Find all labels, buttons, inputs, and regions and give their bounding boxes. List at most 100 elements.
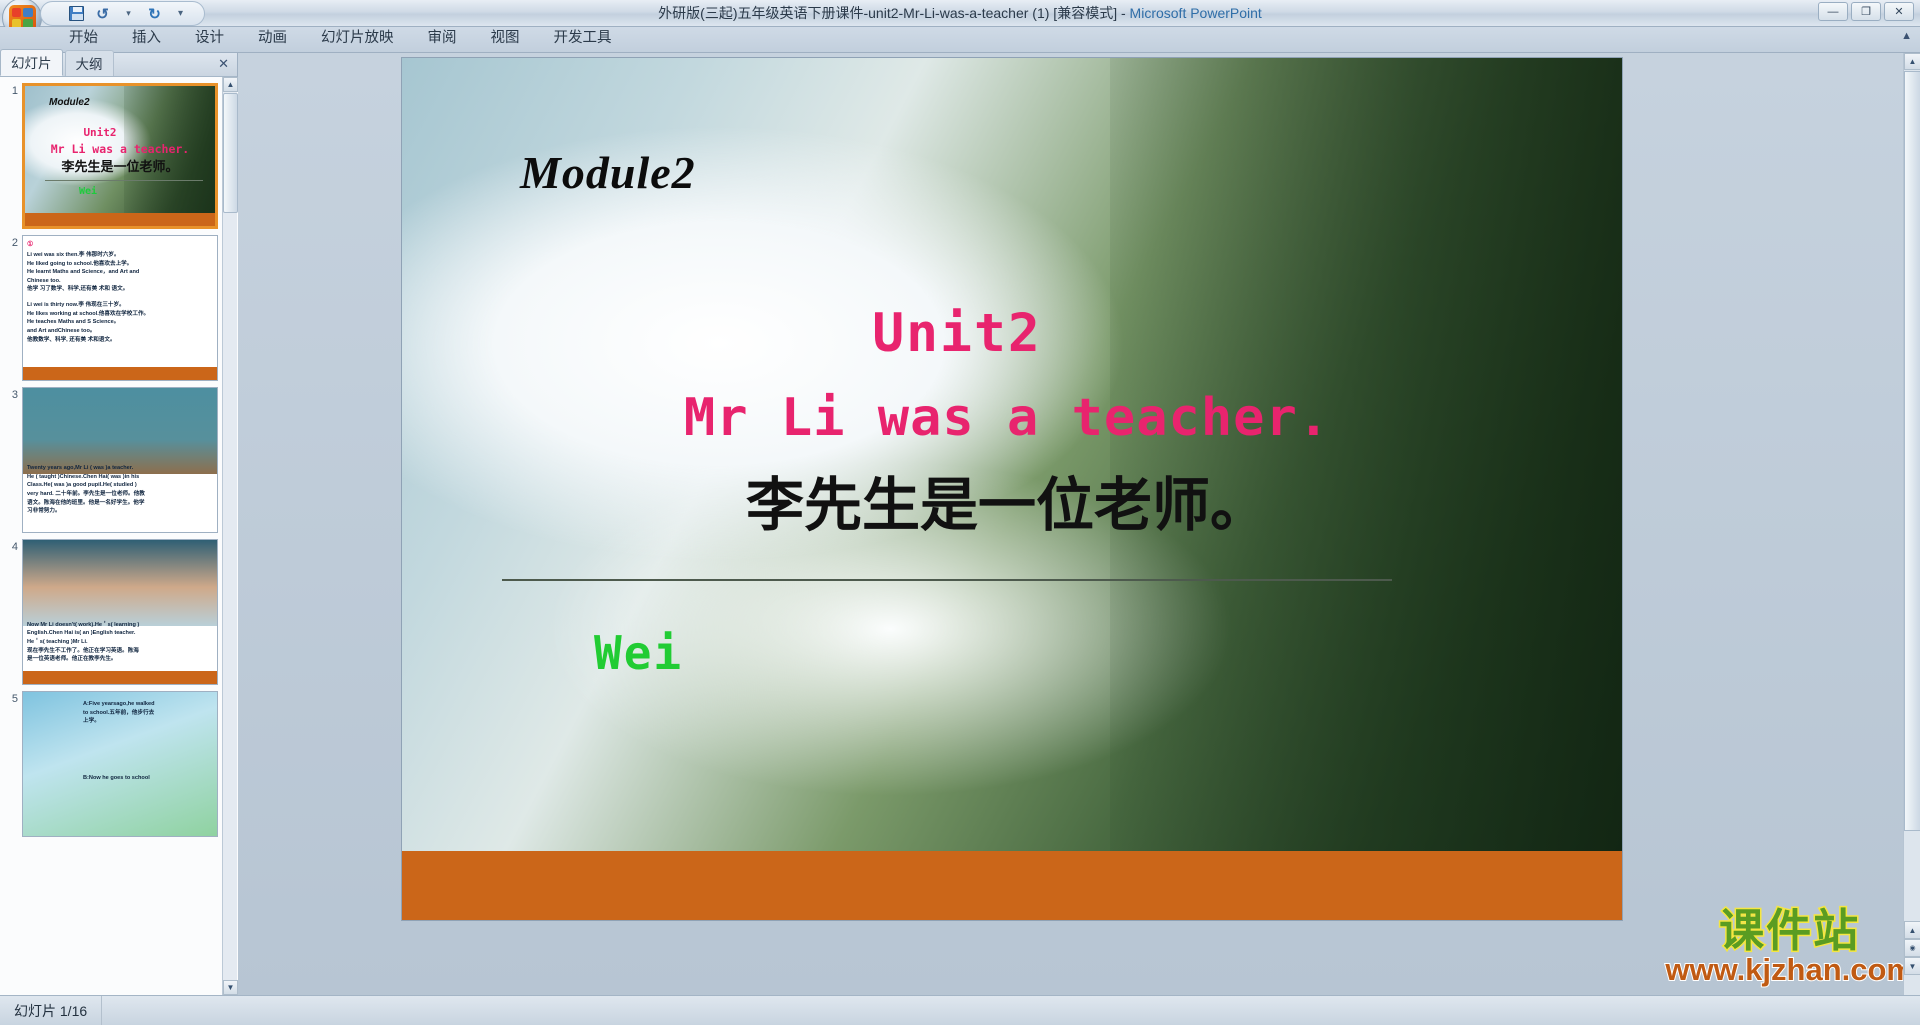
slide-footer-band: [402, 851, 1622, 920]
ribbon-tab-home[interactable]: 开始: [52, 23, 115, 52]
thumb5-line-1: A:Five yearsago,he walked: [83, 701, 155, 707]
previous-slide-icon[interactable]: ▲: [1904, 921, 1920, 939]
next-slide-icon[interactable]: ▼: [1904, 957, 1920, 975]
thumbnail-row-2[interactable]: 2 ① Li wei was six then.李 伟那时六岁。 He like…: [0, 229, 238, 381]
slides-scroll-thumb[interactable]: [223, 93, 238, 213]
slide-thumbnail-1[interactable]: Module2 Unit2 Mr Li was a teacher. 李先生是一…: [22, 83, 218, 229]
thumb4-line-5: 是一位英语老师。他正在教李先生。: [27, 656, 117, 663]
title-separator: -: [1117, 5, 1130, 21]
slides-pane: 幻灯片 大纲 ✕ 1 Module2 Unit2 Mr Li was a tea…: [0, 49, 238, 995]
thumb3-line-3: Class.He( was )a good pupil.He( studied …: [27, 482, 137, 489]
status-slide-counter: 幻灯片 1/16: [0, 995, 103, 1025]
thumbnail-number-2: 2: [11, 237, 18, 249]
thumb4-text-block: Now Mr Li doesn't( work).He＇s( learning …: [27, 621, 213, 664]
thumb2-bullet-icon: ①: [27, 241, 34, 248]
thumb4-illustration: [23, 540, 217, 627]
thumb2-line-1: Li wei was six then.李 伟那时六岁。: [27, 251, 120, 258]
thumb2-line-10: 他教数学、科学, 还有美 术和语文。: [27, 336, 116, 343]
application-name: Microsoft PowerPoint: [1129, 5, 1262, 21]
ribbon-tab-slideshow[interactable]: 幻灯片放映: [304, 23, 411, 52]
thumb1-unit-label: Unit2: [83, 126, 117, 139]
slides-pane-scrollbar[interactable]: ▲ ▼: [222, 77, 238, 995]
thumb4-line-2: English.Chen Hai is( an )English teacher…: [27, 630, 136, 637]
powerpoint-window: ↺ ▾ ↻ ▾ 外研版(三起)五年级英语下册课件-unit2-Mr-Li-was…: [0, 0, 1920, 1025]
thumbnail-row-4[interactable]: 4 Now Mr Li doesn't( work).He＇s( learnin…: [0, 533, 238, 685]
watermark-url: www.kjzhan.com: [1664, 952, 1915, 987]
maximize-button[interactable]: ❐: [1851, 2, 1881, 21]
thumb1-author: Wei: [79, 186, 98, 197]
close-button[interactable]: ✕: [1884, 2, 1914, 21]
thumbnail-number-1: 1: [11, 85, 18, 97]
thumb1-module-label: Module2: [49, 97, 90, 108]
thumb3-line-4: very hard. 二十年前。李先生是一位老师。他教: [27, 491, 145, 498]
slide-author-label[interactable]: Wei: [594, 626, 683, 680]
ribbon-tab-developer[interactable]: 开发工具: [537, 23, 629, 52]
expand-ribbon-icon[interactable]: ▲: [1901, 30, 1912, 42]
current-slide[interactable]: Module2 Unit2 Mr Li was a teacher. 李先生是一…: [401, 57, 1623, 921]
thumb2-text-block: ① Li wei was six then.李 伟那时六岁。 He liked …: [27, 240, 213, 344]
thumb2-line-5: 他学 习了数学、科学,还有美 术和 语文。: [27, 286, 129, 293]
status-bar: 幻灯片 1/16: [0, 995, 1920, 1025]
thumb5-text-block: A:Five yearsago,he walked to school.五年前，…: [83, 700, 213, 783]
stage-scroll-thumb[interactable]: [1904, 71, 1920, 831]
slide-browse-icon[interactable]: ◉: [1904, 939, 1920, 957]
window-title: 外研版(三起)五年级英语下册课件-unit2-Mr-Li-was-a-teach…: [0, 3, 1920, 23]
thumb5-line-4: B:Now he goes to school: [83, 774, 150, 781]
thumb2-line-9: and Art andChinese too。: [27, 328, 96, 335]
stage-scroll-up-icon[interactable]: ▲: [1904, 53, 1920, 70]
slide-divider-line: [502, 579, 1392, 581]
thumb3-line-5: 语文。陈海在他的班里。他是一名好学生。他学: [27, 499, 145, 506]
thumbnail-row-3[interactable]: 3 Twenty years ago,Mr Li ( was )a teache…: [0, 381, 238, 533]
thumb3-text-block: Twenty years ago,Mr Li ( was )a teacher.…: [27, 464, 213, 516]
thumbnail-number-4: 4: [11, 541, 18, 553]
thumb5-line-3: 上学。: [83, 718, 100, 725]
slide-area-scrollbar[interactable]: ▲ ▲ ◉ ▼: [1903, 53, 1920, 995]
thumbnail-row-5[interactable]: 5 A:Five yearsago,he walked to school.五年…: [0, 685, 238, 837]
slide-thumbnail-list[interactable]: 1 Module2 Unit2 Mr Li was a teacher. 李先生…: [0, 77, 238, 995]
slide-title-english[interactable]: Mr Li was a teacher.: [402, 388, 1622, 448]
slides-scroll-down-icon[interactable]: ▼: [223, 980, 238, 995]
watermark-logo-text: 课件站: [1718, 905, 1861, 956]
slide-thumbnail-5[interactable]: A:Five yearsago,he walked to school.五年前，…: [22, 691, 218, 837]
thumbnail-row-1[interactable]: 1 Module2 Unit2 Mr Li was a teacher. 李先生…: [0, 77, 238, 229]
ribbon-tab-design[interactable]: 设计: [178, 23, 241, 52]
slide-thumbnail-2[interactable]: ① Li wei was six then.李 伟那时六岁。 He liked …: [22, 235, 218, 381]
close-pane-icon[interactable]: ✕: [218, 56, 229, 72]
thumb2-footer-band: [23, 367, 217, 380]
slide-unit-label[interactable]: Unit2: [402, 303, 1622, 364]
thumb4-line-1: Now Mr Li doesn't( work).He＇s( learning …: [27, 621, 140, 628]
thumb2-line-2: He liked going to school.他喜欢去上学。: [27, 260, 133, 267]
thumbnail-number-3: 3: [11, 389, 18, 401]
ribbon-tab-bar: 开始 插入 设计 动画 幻灯片放映 审阅 视图 开发工具: [0, 27, 1920, 53]
ribbon-tab-view[interactable]: 视图: [474, 23, 537, 52]
slides-pane-tabs: 幻灯片 大纲 ✕: [0, 49, 237, 77]
thumb4-line-4: 现在李先生不工作了。他正在学习英语。陈海: [27, 647, 139, 654]
slide-editing-area: Module2 Unit2 Mr Li was a teacher. 李先生是一…: [238, 53, 1920, 995]
thumb2-line-8: He teaches Maths and S Science。: [27, 319, 120, 326]
slide-title-chinese[interactable]: 李先生是一位老师。: [402, 458, 1622, 542]
pane-tab-outline[interactable]: 大纲: [64, 50, 114, 76]
ribbon-tab-animations[interactable]: 动画: [241, 23, 304, 52]
thumb3-illustration: [23, 388, 217, 475]
minimize-button[interactable]: —: [1818, 2, 1848, 21]
thumb2-line-4: Chinese too.: [27, 277, 61, 284]
slides-scroll-up-icon[interactable]: ▲: [223, 77, 238, 92]
thumb1-title-cn: 李先生是一位老师。: [61, 159, 179, 174]
thumb1-footer-band: [25, 213, 215, 226]
slide-thumbnail-3[interactable]: Twenty years ago,Mr Li ( was )a teacher.…: [22, 387, 218, 533]
ribbon-tab-insert[interactable]: 插入: [115, 23, 178, 52]
window-controls: — ❐ ✕: [1818, 2, 1914, 21]
slide-thumbnail-4[interactable]: Now Mr Li doesn't( work).He＇s( learning …: [22, 539, 218, 685]
thumb2-line-3: He learnt Maths and Science，and Art and: [27, 269, 140, 276]
slide-module-label[interactable]: Module2: [520, 146, 696, 199]
thumb5-line-2: to school.五年前，他步行去: [83, 709, 155, 716]
thumbnail-number-5: 5: [11, 693, 18, 705]
thumb1-title-en: Mr Li was a teacher.: [50, 142, 190, 156]
ribbon-tab-review[interactable]: 审阅: [411, 23, 474, 52]
thumb4-footer-band: [23, 671, 217, 684]
thumb2-line-6: Li wei is thirty now.李 伟现在三十岁。: [27, 302, 125, 309]
thumb3-line-1: Twenty years ago,Mr Li ( was )a teacher.: [27, 465, 134, 472]
pane-tab-slides[interactable]: 幻灯片: [0, 49, 63, 76]
thumb2-line-7: He likes working at school.他喜欢在学校工作。: [27, 310, 150, 317]
thumb4-line-3: He＇s( teaching )Mr Li.: [27, 639, 88, 646]
